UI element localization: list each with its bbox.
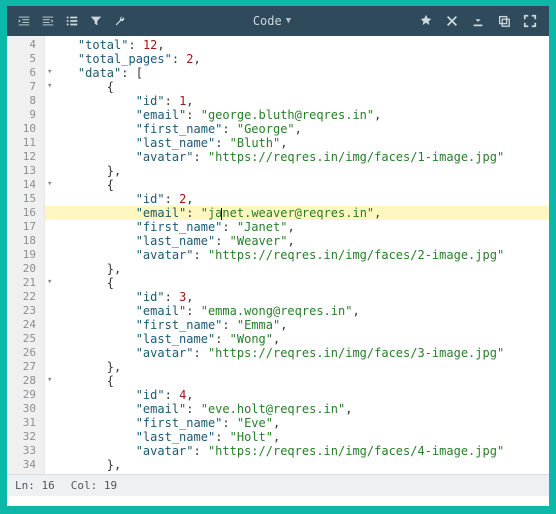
json-editor: Code ▼ 456789101112131415161718192021222… bbox=[7, 6, 549, 506]
code-line[interactable]: "avatar": "https://reqres.in/img/faces/2… bbox=[45, 248, 549, 262]
download-icon[interactable] bbox=[471, 14, 485, 28]
code-line[interactable]: { bbox=[45, 276, 549, 290]
code-line[interactable]: "id": 3, bbox=[45, 290, 549, 304]
line-number: 23 bbox=[7, 304, 44, 318]
line-number: 9 bbox=[7, 108, 44, 122]
fold-toggle-icon[interactable]: ▾ bbox=[47, 375, 52, 385]
code-line[interactable]: { bbox=[45, 80, 549, 94]
line-number: 33 bbox=[7, 444, 44, 458]
code-line[interactable]: "data": [ bbox=[45, 66, 549, 80]
line-number: 26 bbox=[7, 346, 44, 360]
editor-toolbar: Code ▼ bbox=[7, 6, 549, 36]
expand-icon[interactable] bbox=[523, 14, 537, 28]
chevron-down-icon: ▼ bbox=[286, 16, 291, 26]
line-number: 22 bbox=[7, 290, 44, 304]
toolbar-right bbox=[407, 14, 549, 28]
line-number: 27 bbox=[7, 360, 44, 374]
code-content[interactable]: "total": 12, "total_pages": 2, "data": [… bbox=[45, 36, 549, 474]
line-number: 11 bbox=[7, 136, 44, 150]
list-icon[interactable] bbox=[65, 14, 79, 28]
status-col: Col: 19 bbox=[71, 479, 117, 492]
code-line[interactable]: "total": 12, bbox=[45, 38, 549, 52]
code-line[interactable]: "last_name": "Weaver", bbox=[45, 234, 549, 248]
code-line[interactable]: "total_pages": 2, bbox=[45, 52, 549, 66]
line-number: 14 bbox=[7, 178, 44, 192]
code-line[interactable]: "last_name": "Holt", bbox=[45, 430, 549, 444]
code-line[interactable]: }, bbox=[45, 262, 549, 276]
line-number: 20 bbox=[7, 262, 44, 276]
code-line[interactable]: { bbox=[45, 178, 549, 192]
line-number: 10 bbox=[7, 122, 44, 136]
code-line[interactable]: "avatar": "https://reqres.in/img/faces/3… bbox=[45, 346, 549, 360]
code-line[interactable]: "email": "janet.weaver@reqres.in", bbox=[45, 206, 549, 220]
line-number: 15 bbox=[7, 192, 44, 206]
line-number: 8 bbox=[7, 94, 44, 108]
wrench-icon[interactable] bbox=[113, 14, 127, 28]
code-line[interactable]: "avatar": "https://reqres.in/img/faces/4… bbox=[45, 444, 549, 458]
line-number: 25 bbox=[7, 332, 44, 346]
line-number: 31 bbox=[7, 416, 44, 430]
code-line[interactable]: "first_name": "Eve", bbox=[45, 416, 549, 430]
toolbar-left bbox=[7, 14, 137, 28]
line-number: 7 bbox=[7, 80, 44, 94]
code-area[interactable]: 4567891011121314151617181920212223242526… bbox=[7, 36, 549, 474]
line-number: 30 bbox=[7, 402, 44, 416]
line-number: 16 bbox=[7, 206, 44, 220]
code-line[interactable]: "id": 1, bbox=[45, 94, 549, 108]
code-line[interactable]: "email": "emma.wong@reqres.in", bbox=[45, 304, 549, 318]
code-line[interactable]: "last_name": "Wong", bbox=[45, 332, 549, 346]
line-number: 34 bbox=[7, 458, 44, 472]
code-line[interactable]: "id": 2, bbox=[45, 192, 549, 206]
code-line[interactable]: "avatar": "https://reqres.in/img/faces/1… bbox=[45, 150, 549, 164]
mode-label: Code bbox=[253, 14, 282, 28]
line-number: 32 bbox=[7, 430, 44, 444]
line-number: 24 bbox=[7, 318, 44, 332]
close-icon[interactable] bbox=[445, 14, 459, 28]
line-number: 21 bbox=[7, 276, 44, 290]
line-number: 13 bbox=[7, 164, 44, 178]
line-number: 18 bbox=[7, 234, 44, 248]
fold-toggle-icon[interactable]: ▾ bbox=[47, 179, 52, 189]
indent-right-icon[interactable] bbox=[41, 14, 55, 28]
copy-icon[interactable] bbox=[497, 14, 511, 28]
line-number-gutter: 4567891011121314151617181920212223242526… bbox=[7, 36, 45, 474]
code-line[interactable]: "first_name": "Emma", bbox=[45, 318, 549, 332]
line-number: 28 bbox=[7, 374, 44, 388]
fold-toggle-icon[interactable]: ▾ bbox=[47, 67, 52, 77]
code-line[interactable]: "id": 4, bbox=[45, 388, 549, 402]
status-line: Ln: 16 bbox=[15, 479, 55, 492]
line-number: 6 bbox=[7, 66, 44, 80]
line-number: 4 bbox=[7, 38, 44, 52]
fold-toggle-icon[interactable]: ▾ bbox=[47, 81, 52, 91]
code-line[interactable]: "email": "george.bluth@reqres.in", bbox=[45, 108, 549, 122]
code-line[interactable]: }, bbox=[45, 458, 549, 472]
line-number: 17 bbox=[7, 220, 44, 234]
indent-left-icon[interactable] bbox=[17, 14, 31, 28]
code-line[interactable]: }, bbox=[45, 164, 549, 178]
fold-toggle-icon[interactable]: ▾ bbox=[47, 277, 52, 287]
line-number: 19 bbox=[7, 248, 44, 262]
filter-icon[interactable] bbox=[89, 14, 103, 28]
line-number: 29 bbox=[7, 388, 44, 402]
code-line[interactable]: "first_name": "Janet", bbox=[45, 220, 549, 234]
code-line[interactable]: "last_name": "Bluth", bbox=[45, 136, 549, 150]
code-line[interactable]: "email": "eve.holt@reqres.in", bbox=[45, 402, 549, 416]
line-number: 5 bbox=[7, 52, 44, 66]
mode-selector[interactable]: Code ▼ bbox=[137, 14, 407, 28]
code-line[interactable]: { bbox=[45, 374, 549, 388]
status-bar: Ln: 16 Col: 19 bbox=[7, 474, 549, 496]
code-line[interactable]: "first_name": "George", bbox=[45, 122, 549, 136]
code-line[interactable]: }, bbox=[45, 360, 549, 374]
star-icon[interactable] bbox=[419, 14, 433, 28]
line-number: 12 bbox=[7, 150, 44, 164]
